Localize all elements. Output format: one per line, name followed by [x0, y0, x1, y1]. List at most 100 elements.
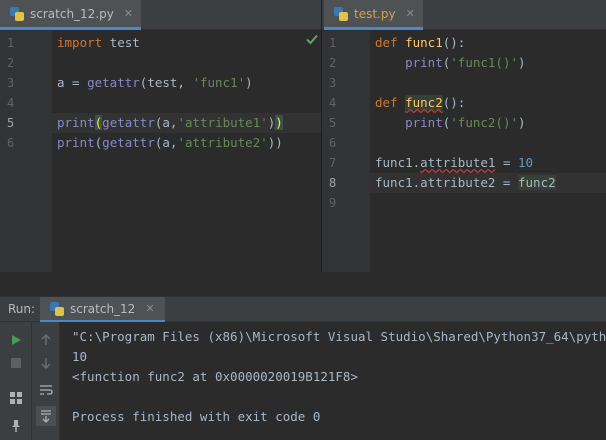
code-editor[interactable]: import test a = getattr(test, 'func1') pri… — [52, 31, 321, 272]
tab-test-py[interactable]: test.py ✕ — [324, 0, 423, 30]
code-line[interactable]: print('func1()') — [370, 53, 606, 73]
line-number: 6 — [329, 136, 337, 150]
code-token: def — [375, 95, 406, 110]
code-line[interactable]: print('func2()') — [370, 113, 606, 133]
code-line[interactable]: def func1(): — [370, 33, 606, 53]
code-line[interactable]: print(getattr(a,'attribute1')) — [52, 113, 321, 133]
code-token: func1 — [405, 35, 443, 50]
line-number: 2 — [7, 56, 15, 70]
line-number-gutter: 1 2 3 4 5 6 7 8 9 — [322, 31, 370, 272]
console-output-line: 10 — [72, 349, 88, 364]
code-token: print — [375, 55, 443, 70]
left-editor-tabbar: scratch_12.py ✕ — [0, 0, 321, 30]
code-token: import — [57, 35, 103, 50]
code-token: (a, — [154, 135, 178, 150]
line-number: 1 — [329, 36, 337, 50]
inspection-ok-icon[interactable] — [305, 32, 319, 46]
code-line[interactable]: func1.attribute1 = 10 — [370, 153, 606, 173]
line-number: 1 — [7, 36, 15, 50]
line-number: 9 — [329, 196, 337, 210]
up-arrow-icon[interactable] — [36, 330, 56, 350]
code-line[interactable] — [52, 53, 321, 73]
run-tab-label: scratch_12 — [70, 301, 136, 316]
pin-icon[interactable] — [6, 416, 26, 436]
code-token: func1.attribute2 = — [375, 175, 518, 190]
python-run-config-icon — [50, 301, 64, 316]
code-line[interactable] — [370, 73, 606, 93]
left-editor-pane: scratch_12.py ✕ 1 2 3 4 5 6 import test a = ge… — [0, 0, 321, 272]
stop-icon[interactable] — [6, 353, 26, 373]
code-token: 'func1' — [192, 75, 246, 90]
console-output-line: "C:\Program Files (x86)\Microsoft Visual… — [72, 329, 606, 344]
code-token: 'attribute2' — [177, 135, 268, 150]
python-file-icon — [10, 6, 24, 21]
code-token: attribute1 — [420, 155, 496, 170]
code-token: ) — [518, 115, 526, 130]
console-output-line: <function func2 at 0x0000020019B121F8> — [72, 369, 358, 384]
code-token: ) — [518, 55, 526, 70]
soft-wrap-icon[interactable] — [36, 380, 56, 400]
line-number: 8 — [329, 176, 337, 190]
right-editor-tabbar: test.py ✕ — [322, 0, 606, 30]
code-token: func2 — [405, 95, 443, 110]
right-editor-pane: test.py ✕ 123456789 def func1(): print('… — [322, 0, 606, 272]
code-token: print — [375, 115, 443, 130]
console-output-line: Process finished with exit code 0 — [72, 409, 321, 424]
code-token: 'func1()' — [450, 55, 518, 70]
line-number: 5 — [7, 116, 15, 130]
line-number: 3 — [7, 76, 15, 90]
code-token: def — [375, 35, 406, 50]
scroll-to-end-icon[interactable] — [36, 406, 56, 426]
line-number: 6 — [7, 136, 15, 150]
tab-label: scratch_12.py — [30, 6, 114, 21]
code-token: test — [102, 35, 140, 50]
code-line[interactable]: import test — [52, 33, 321, 53]
run-actions-toolbar — [0, 322, 32, 440]
code-token: (): — [442, 95, 466, 110]
code-token: (): — [442, 35, 466, 50]
code-editor[interactable]: def func1(): print('func1()') def func2()… — [370, 31, 606, 272]
code-line[interactable] — [370, 193, 606, 213]
run-label: Run: — [8, 302, 36, 316]
code-token: print — [57, 135, 95, 150]
code-line[interactable] — [370, 133, 606, 153]
code-token: func2 — [518, 175, 556, 190]
close-tab-icon[interactable]: ✕ — [406, 7, 415, 20]
code-token: a = — [57, 75, 88, 90]
code-token: = — [495, 155, 518, 170]
line-number: 4 — [329, 96, 337, 110]
code-token: (test, — [139, 75, 193, 90]
code-line[interactable]: def func2(): — [370, 93, 606, 113]
rerun-icon[interactable] — [6, 330, 26, 350]
line-number: 5 — [329, 116, 337, 130]
close-tab-icon[interactable]: ✕ — [124, 7, 133, 20]
code-token: ) — [245, 75, 253, 90]
tab-label: test.py — [354, 6, 396, 21]
code-token: getattr — [102, 135, 155, 150]
code-line[interactable]: func1.attribute2 = func2 — [370, 173, 606, 193]
python-file-icon — [334, 6, 348, 21]
tab-scratch-12[interactable]: scratch_12.py ✕ — [0, 0, 142, 30]
code-token: ) — [275, 115, 283, 130]
console-actions-toolbar — [32, 322, 60, 440]
down-arrow-icon[interactable] — [36, 353, 56, 373]
layout-icon[interactable] — [6, 388, 26, 408]
code-line[interactable]: a = getattr(test, 'func1') — [52, 73, 321, 93]
code-token: 'attribute1' — [177, 115, 268, 130]
line-number: 4 — [7, 96, 15, 110]
code-line[interactable] — [52, 93, 321, 113]
code-token: (a, — [154, 115, 178, 130]
code-token: 10 — [518, 155, 534, 170]
code-token: print — [57, 115, 95, 130]
close-run-tab-icon[interactable]: ✕ — [145, 302, 154, 315]
line-number: 2 — [329, 56, 337, 70]
code-line[interactable]: print(getattr(a,'attribute2')) — [52, 133, 321, 153]
code-token: )) — [267, 135, 283, 150]
line-number: 7 — [329, 156, 337, 170]
code-token: func1. — [375, 155, 421, 170]
run-tab-scratch-12[interactable]: scratch_12 ✕ — [40, 297, 165, 323]
line-number: 3 — [329, 76, 337, 90]
code-token: getattr — [102, 115, 155, 130]
code-token: getattr — [87, 75, 140, 90]
run-console-output[interactable]: "C:\Program Files (x86)\Microsoft Visual… — [60, 322, 606, 440]
